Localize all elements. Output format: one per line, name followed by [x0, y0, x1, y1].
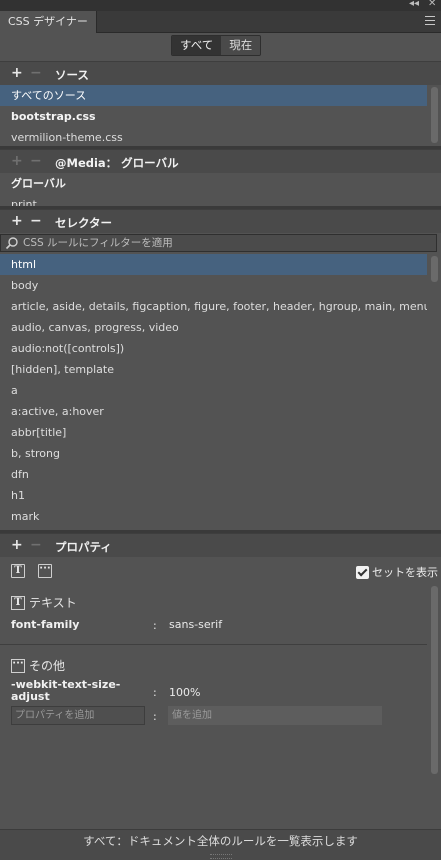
properties-title: プロパティ — [55, 540, 112, 554]
sources-title: ソース — [55, 68, 89, 82]
selector-item[interactable]: dfn — [0, 464, 427, 485]
collapse-panel-icon[interactable]: ◂◂ — [409, 0, 419, 9]
search-icon — [5, 237, 18, 250]
other-group-icon: ··· — [11, 658, 25, 673]
add-selector-button[interactable]: + — [11, 213, 23, 229]
media-header: + − @Media： グローバル — [0, 149, 441, 173]
media-item-print[interactable]: print — [0, 194, 427, 206]
selector-filter — [0, 234, 437, 252]
properties-panel: T テキスト font-family : sans-serif ··· その他 … — [0, 584, 441, 829]
text-group-title: T テキスト — [11, 594, 77, 611]
show-set-toggle[interactable]: セットを表示 — [356, 564, 438, 580]
prop-name-webkit-text-size-adjust[interactable]: -webkit-text-size- adjust — [11, 679, 120, 703]
sources-scrollbar[interactable] — [431, 87, 438, 143]
source-item-all[interactable]: すべてのソース — [0, 85, 427, 106]
mode-current-button[interactable]: 現在 — [221, 36, 261, 55]
remove-selector-button[interactable]: − — [30, 213, 42, 229]
selectors-title: セレクター — [55, 216, 113, 230]
media-title: @Media： グローバル — [55, 156, 179, 170]
prop-colon: : — [153, 686, 157, 699]
selector-item[interactable]: audio:not([controls]) — [0, 338, 427, 359]
other-group-title: ··· その他 — [11, 657, 65, 674]
selector-filter-input[interactable] — [23, 235, 423, 251]
selector-item[interactable]: article, aside, details, figcaption, fig… — [0, 296, 427, 317]
tab-css-designer[interactable]: CSS デザイナー — [0, 11, 97, 33]
mode-all-button[interactable]: すべて — [172, 36, 222, 55]
show-set-label: セットを表示 — [372, 566, 438, 579]
other-category-icon[interactable]: ··· — [38, 564, 52, 578]
selector-item[interactable]: abbr[title] — [0, 422, 427, 443]
add-value-field — [168, 706, 382, 725]
selector-item[interactable]: [hidden], template — [0, 359, 427, 380]
text-group-label: テキスト — [29, 596, 77, 610]
selector-item[interactable]: mark — [0, 506, 427, 527]
footer-text: すべて：ドキュメント全体のルールを一覧表示します — [83, 834, 358, 848]
selector-item[interactable]: body — [0, 275, 427, 296]
media-item-global[interactable]: グローバル — [0, 173, 427, 194]
sources-header: + − ソース — [0, 61, 441, 85]
prop-name-line2: adjust — [11, 690, 50, 703]
group-separator — [0, 644, 427, 645]
add-value-input[interactable] — [169, 707, 381, 724]
remove-media-button[interactable]: − — [30, 153, 42, 169]
selectors-scrollbar[interactable] — [431, 256, 438, 282]
remove-source-button[interactable]: − — [30, 65, 42, 81]
add-property-field — [11, 706, 145, 725]
panel-tab-bar: CSS デザイナー — [0, 11, 441, 33]
selectors-list: html body article, aside, details, figca… — [0, 254, 441, 530]
selector-item[interactable]: h1 — [0, 485, 427, 506]
selectors-header: + − セレクター — [0, 209, 441, 233]
panel-title-strip: ◂◂ ✕ — [0, 0, 441, 11]
hamburger-menu-icon[interactable] — [425, 16, 435, 25]
properties-header: + − プロパティ — [0, 533, 441, 557]
text-category-icon[interactable]: T — [11, 564, 25, 578]
remove-property-button[interactable]: − — [30, 537, 42, 553]
selector-item[interactable]: audio, canvas, progress, video — [0, 317, 427, 338]
source-item-vermilion[interactable]: vermilion-theme.css — [0, 127, 427, 146]
prop-value-webkit-text-size-adjust[interactable]: 100% — [169, 686, 200, 699]
status-footer: すべて：ドキュメント全体のルールを一覧表示します — [0, 829, 441, 860]
close-panel-icon[interactable]: ✕ — [428, 0, 436, 9]
other-group-label: その他 — [29, 659, 66, 673]
add-source-button[interactable]: + — [11, 65, 23, 81]
selector-item[interactable]: a — [0, 380, 427, 401]
resize-grip[interactable] — [210, 854, 232, 859]
add-property-input[interactable] — [12, 707, 144, 724]
prop-name-font-family[interactable]: font-family — [11, 619, 79, 631]
prop-value-font-family[interactable]: sans-serif — [169, 618, 222, 631]
add-property-button[interactable]: + — [11, 537, 23, 553]
mode-toggle: すべて 現在 — [171, 35, 262, 56]
selector-item[interactable]: a:active, a:hover — [0, 401, 427, 422]
selector-item[interactable]: b, strong — [0, 443, 427, 464]
prop-colon: : — [153, 619, 157, 632]
selector-item[interactable]: html — [0, 254, 427, 275]
sources-list: すべてのソース bootstrap.css vermilion-theme.cs… — [0, 85, 441, 146]
add-media-button[interactable]: + — [11, 153, 23, 169]
media-list: グローバル print — [0, 173, 441, 206]
show-set-checkbox[interactable] — [356, 565, 369, 579]
add-colon: : — [153, 710, 157, 723]
properties-scrollbar[interactable] — [431, 586, 438, 774]
source-item-bootstrap[interactable]: bootstrap.css — [0, 106, 427, 127]
text-group-icon: T — [11, 595, 25, 610]
